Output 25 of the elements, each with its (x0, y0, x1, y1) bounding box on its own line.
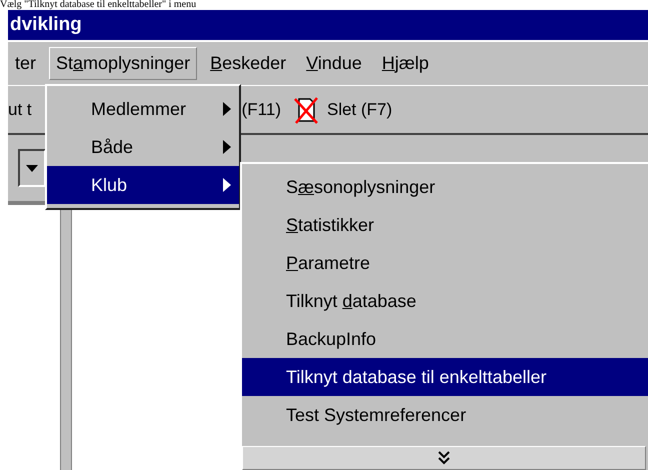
menu-item[interactable]: Sæsonoplysninger (242, 169, 648, 207)
menu-item[interactable]: Hjælp (374, 47, 436, 80)
menu-item[interactable]: Stamoplysninger (49, 47, 198, 80)
delete-document-icon (292, 96, 319, 124)
menu-item[interactable]: Parametre (242, 244, 648, 283)
caret-down-icon (26, 164, 38, 172)
window-title: dvikling (9, 12, 82, 37)
caption: Vælg "Tilknyt database til enkelttabeller" i menu (0, 0, 198, 10)
menu-item[interactable]: Medlemmer (47, 90, 239, 128)
double-chevron-down-icon (438, 451, 450, 466)
shortcut-label: (F11) (242, 98, 281, 121)
menu-item[interactable]: Tilknyt database til enkelttabeller (242, 358, 648, 396)
menu-item[interactable]: BackupInfo (242, 320, 648, 358)
menu-item[interactable]: Vindue (299, 47, 369, 80)
delete-button[interactable]: Slet (F7) (292, 96, 392, 124)
menu-item[interactable]: Både (47, 128, 239, 166)
menu-item[interactable]: Klub (47, 166, 239, 204)
menu-item[interactable]: Statistikker (242, 206, 648, 245)
menu-item[interactable]: Tilknyt database (242, 282, 648, 320)
menu-item[interactable]: Test Systemreferencer (242, 396, 648, 434)
menu-item[interactable]: Beskeder (203, 47, 294, 80)
dropdown-button[interactable] (18, 149, 46, 187)
expand-menu-button[interactable] (242, 446, 646, 470)
menu-item[interactable]: ter (8, 47, 44, 80)
toolbar-label: ut t (8, 98, 32, 121)
